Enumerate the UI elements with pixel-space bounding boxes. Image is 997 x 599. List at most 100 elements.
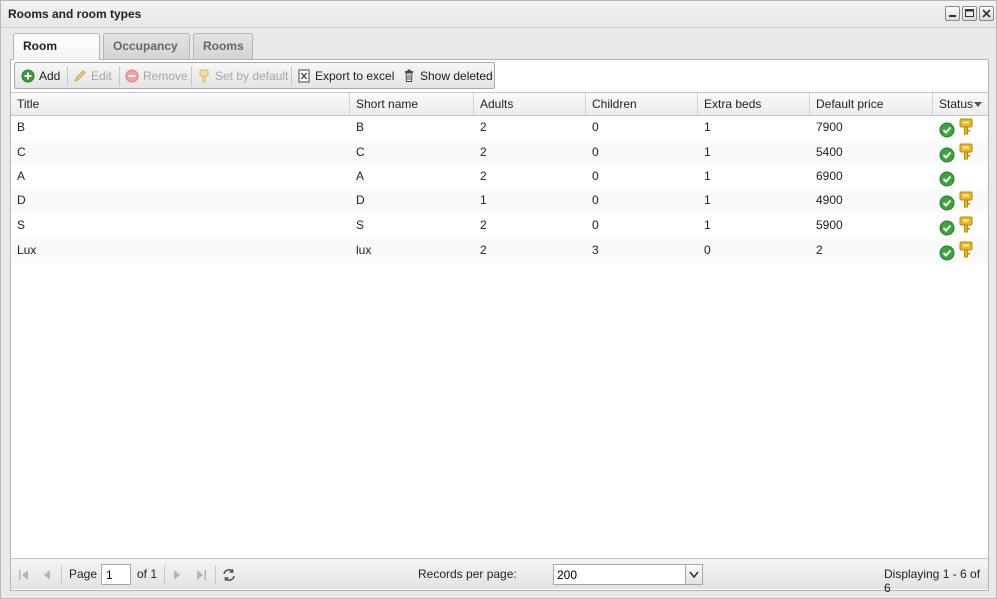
cell-extra-beds: 0 <box>704 243 711 257</box>
default-key-icon <box>959 191 973 208</box>
table-row[interactable]: S S 2 0 1 5900 <box>11 214 988 238</box>
table-row[interactable]: Lux lux 2 3 0 2 <box>11 239 988 263</box>
page-number-input[interactable] <box>101 564 131 585</box>
records-per-page-select[interactable]: 200 <box>553 564 703 585</box>
cell-title: A <box>17 169 26 183</box>
refresh-icon[interactable] <box>221 567 237 583</box>
excel-icon <box>298 69 310 83</box>
pager-separator <box>61 566 62 584</box>
dropdown-trigger[interactable] <box>685 565 702 584</box>
trash-icon <box>405 69 413 82</box>
key-icon <box>199 69 209 83</box>
remove-label: Remove <box>143 69 188 83</box>
active-check-icon <box>939 245 955 261</box>
chevron-down-icon <box>689 571 699 579</box>
cell-children: 0 <box>592 145 599 159</box>
cell-short-name: C <box>356 145 365 159</box>
cell-short-name: S <box>356 218 365 232</box>
tab-rooms[interactable]: Rooms <box>193 33 253 59</box>
next-page-icon[interactable] <box>169 567 185 583</box>
toolbar-separator <box>67 66 68 86</box>
remove-button[interactable]: Remove <box>123 66 188 86</box>
table-row[interactable]: B B 2 0 1 7900 <box>11 116 988 140</box>
pager-separator <box>215 566 216 584</box>
active-check-icon <box>939 147 955 163</box>
minimize-button[interactable] <box>945 6 960 21</box>
room-types-panel: Add Edit Remove Set by default Export to… <box>10 60 989 595</box>
column-header-extra-beds[interactable]: Extra beds <box>698 93 810 115</box>
active-check-icon <box>939 220 955 236</box>
export-excel-button[interactable]: Export to excel <box>295 66 394 86</box>
cell-short-name: A <box>356 169 365 183</box>
cell-children: 0 <box>592 120 599 134</box>
active-check-icon <box>939 122 955 138</box>
cell-children: 0 <box>592 193 599 207</box>
add-icon <box>21 69 35 83</box>
cell-extra-beds: 1 <box>704 193 711 207</box>
show-deleted-label: Show deleted <box>420 69 493 83</box>
table-row[interactable]: D D 1 0 1 4900 <box>11 189 988 213</box>
show-deleted-button[interactable]: Show deleted <box>400 66 493 86</box>
status-header-label: Status <box>939 97 974 111</box>
last-page-icon[interactable] <box>193 567 209 583</box>
cell-adults: 2 <box>480 243 487 257</box>
cell-children: 0 <box>592 218 599 232</box>
cell-adults: 2 <box>480 218 487 232</box>
window-titlebar[interactable]: Rooms and room types <box>1 1 996 28</box>
maximize-button[interactable] <box>962 6 977 21</box>
active-check-icon <box>939 195 955 211</box>
paging-toolbar: Page of 1 Records per page: 200 Displayi… <box>11 558 988 595</box>
tab-room-types[interactable]: Room Types <box>13 33 100 77</box>
column-header-adults[interactable]: Adults <box>474 93 586 115</box>
cell-title: B <box>17 120 26 134</box>
close-button[interactable] <box>979 6 994 21</box>
rooms-window: Rooms and room types Room Types Occupanc… <box>0 0 997 599</box>
cell-title: C <box>17 145 26 159</box>
table-row[interactable]: A A 2 0 1 6900 <box>11 165 988 189</box>
set-by-default-label: Set by default <box>215 69 289 83</box>
default-key-icon <box>959 241 973 258</box>
pager-separator <box>164 566 165 584</box>
table-row[interactable]: C C 2 0 1 5400 <box>11 141 988 165</box>
cell-default-price: 5400 <box>816 145 843 159</box>
cell-extra-beds: 1 <box>704 145 711 159</box>
column-header-default-price[interactable]: Default price <box>810 93 933 115</box>
column-header-title[interactable]: Title <box>11 93 350 115</box>
records-per-page-label: Records per page: <box>418 567 517 581</box>
default-key-icon <box>959 143 973 160</box>
cell-adults: 1 <box>480 193 487 207</box>
toolbar-separator <box>119 66 120 86</box>
cell-default-price: 2 <box>816 243 823 257</box>
cell-children: 3 <box>592 243 599 257</box>
pencil-icon <box>74 70 86 82</box>
maximize-icon <box>965 9 974 17</box>
cell-default-price: 7900 <box>816 120 843 134</box>
tab-strip: Room Types Occupancy Rooms <box>10 33 989 77</box>
default-key-icon <box>959 216 973 233</box>
remove-icon <box>125 69 139 83</box>
column-header-status[interactable]: Status <box>933 93 988 115</box>
cell-short-name: B <box>356 120 365 134</box>
column-header-short-name[interactable]: Short name <box>350 93 474 115</box>
cell-title: Lux <box>17 243 37 257</box>
cell-children: 0 <box>592 169 599 183</box>
cell-adults: 2 <box>480 120 487 134</box>
cell-adults: 2 <box>480 169 487 183</box>
edit-label: Edit <box>91 69 112 83</box>
add-label: Add <box>39 69 61 83</box>
first-page-icon[interactable] <box>16 567 32 583</box>
add-button[interactable]: Add <box>19 66 60 86</box>
page-count-label: of 1 <box>137 567 158 581</box>
prev-page-icon[interactable] <box>39 567 55 583</box>
tab-occupancy[interactable]: Occupancy <box>103 33 190 59</box>
set-by-default-button[interactable]: Set by default <box>195 66 288 86</box>
active-check-icon <box>939 171 955 187</box>
cell-short-name: D <box>356 193 365 207</box>
cell-title: S <box>17 218 26 232</box>
column-header-children[interactable]: Children <box>586 93 698 115</box>
edit-button[interactable]: Edit <box>71 66 112 86</box>
cell-adults: 2 <box>480 145 487 159</box>
export-excel-label: Export to excel <box>315 69 395 83</box>
cell-default-price: 4900 <box>816 193 843 207</box>
toolbar-separator <box>191 66 192 86</box>
